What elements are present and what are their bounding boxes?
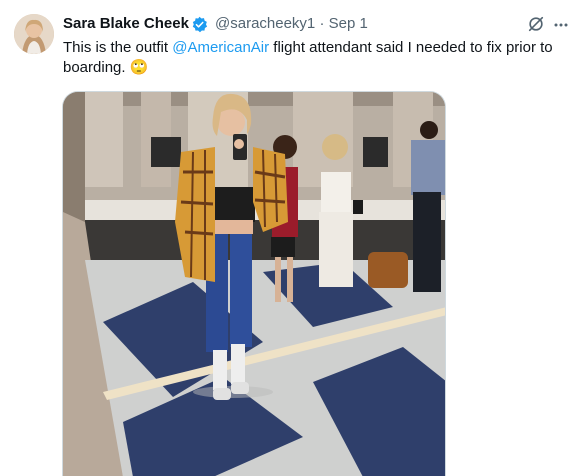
- verified-badge-icon: [191, 16, 208, 33]
- mention-link[interactable]: @AmericanAir: [172, 39, 269, 56]
- avatar[interactable]: [14, 14, 54, 54]
- author-handle-and-date: @saracheeky1 · Sep 1: [215, 15, 368, 32]
- eye-roll-emoji: 🙄: [129, 59, 149, 76]
- tweet-photo[interactable]: [62, 91, 446, 476]
- tweet-text-before: This is the outfit: [63, 39, 173, 56]
- tweet-header: Sara Blake Cheek @saracheeky1 · Sep 1: [63, 13, 569, 35]
- author-handle[interactable]: @saracheeky1: [215, 15, 315, 32]
- tweet-text: This is the outfit @AmericanAir flight a…: [63, 38, 578, 78]
- tweet: Sara Blake Cheek @saracheeky1 · Sep 1 Th…: [0, 0, 587, 476]
- more-options-icon[interactable]: [553, 17, 569, 33]
- grok-icon[interactable]: [527, 15, 545, 33]
- author-name[interactable]: Sara Blake Cheek: [63, 15, 189, 32]
- tweet-date[interactable]: Sep 1: [329, 15, 368, 32]
- separator-dot: ·: [319, 15, 325, 32]
